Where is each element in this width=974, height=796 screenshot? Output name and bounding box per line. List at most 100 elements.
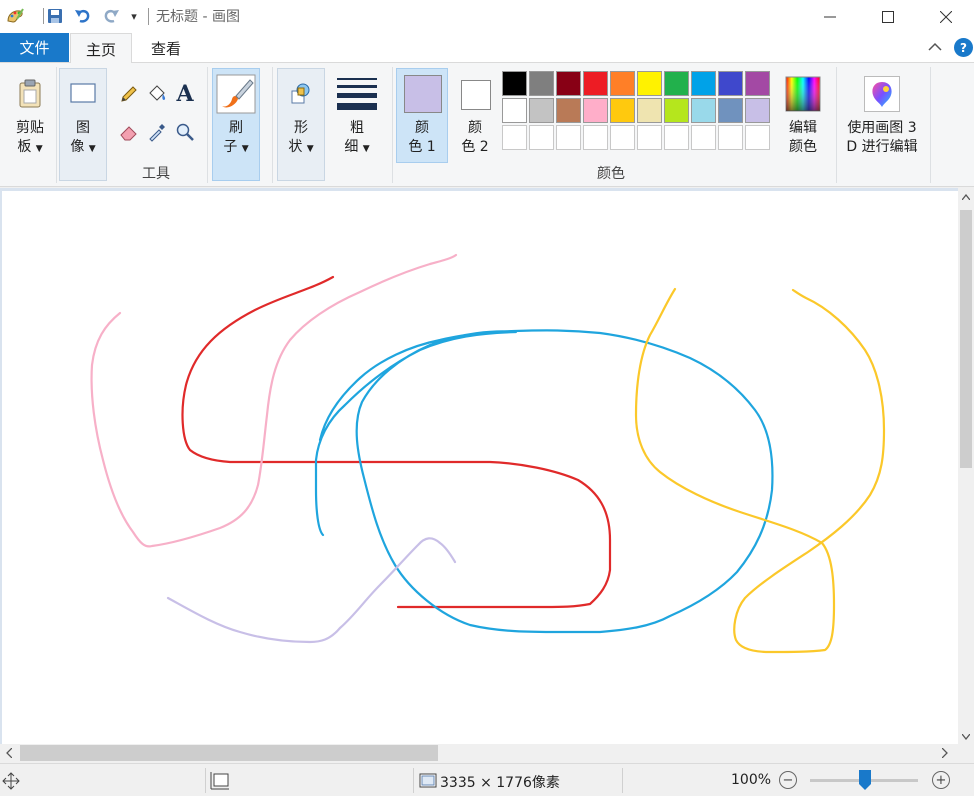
palette-swatch[interactable] xyxy=(745,71,770,96)
image-button[interactable]: 图 像 ▼ xyxy=(59,68,107,181)
palette-custom-slot[interactable] xyxy=(502,125,527,150)
dropdown-arrow-icon: ▼ xyxy=(35,144,43,154)
palette-swatch[interactable] xyxy=(610,98,635,123)
zoom-slider-thumb[interactable] xyxy=(858,769,872,791)
vertical-scroll-thumb[interactable] xyxy=(960,210,972,468)
scroll-down-icon[interactable] xyxy=(961,732,971,743)
customize-qat-icon[interactable]: ▾ xyxy=(123,5,145,27)
ribbon-tab-row: 文件 主页 查看 ? xyxy=(0,33,974,64)
color2-button[interactable]: 颜 色 2 xyxy=(449,68,501,163)
palette-swatch[interactable] xyxy=(556,98,581,123)
shapes-label-2: 状 ▼ xyxy=(288,139,314,155)
color1-swatch xyxy=(404,75,442,113)
scroll-right-icon[interactable] xyxy=(941,747,948,761)
tab-view[interactable]: 查看 xyxy=(140,33,192,63)
palette-swatch[interactable] xyxy=(610,71,635,96)
save-icon[interactable] xyxy=(44,5,66,27)
maximize-button[interactable] xyxy=(860,0,916,33)
palette-custom-slot[interactable] xyxy=(610,125,635,150)
palette-swatch[interactable] xyxy=(556,71,581,96)
edit-colors-button[interactable]: 编辑 颜色 xyxy=(778,68,828,181)
palette-swatch[interactable] xyxy=(691,71,716,96)
redo-icon[interactable] xyxy=(100,5,122,27)
close-button[interactable] xyxy=(918,0,974,33)
zoom-in-button[interactable]: + xyxy=(932,771,950,789)
eraser-icon[interactable] xyxy=(116,119,142,145)
color2-swatch xyxy=(461,80,491,110)
ribbon: 剪贴 板 ▼ 图 像 ▼ A 工具 刷 子 ▼ 形 状 ▼ 粗 细 ▼ 颜 色 … xyxy=(0,63,974,187)
scroll-up-icon[interactable] xyxy=(961,192,971,203)
pink-stroke xyxy=(90,253,458,548)
palette-swatch[interactable] xyxy=(664,71,689,96)
size-label: 粗 xyxy=(350,120,364,136)
line-width-icon xyxy=(337,74,377,114)
status-bar: 3335 × 1776像素 100% − + xyxy=(0,763,974,796)
zoom-level: 100% xyxy=(731,772,772,788)
edit-with-paint3d-button[interactable]: 使用画图 3 D 进行编辑 xyxy=(842,68,922,181)
vertical-scrollbar[interactable] xyxy=(958,188,974,744)
minimize-button[interactable] xyxy=(802,0,858,33)
palette-custom-slot[interactable] xyxy=(664,125,689,150)
horizontal-scrollbar[interactable] xyxy=(0,744,958,762)
tools-group-label: 工具 xyxy=(142,166,170,182)
color1-button[interactable]: 颜 色 1 xyxy=(396,68,448,163)
status-separator xyxy=(622,768,623,793)
scroll-left-icon[interactable] xyxy=(6,747,13,761)
palette-custom-slot[interactable] xyxy=(556,125,581,150)
blue-stroke xyxy=(314,329,774,634)
color2-label: 颜 xyxy=(468,120,482,136)
text-tool-icon[interactable]: A xyxy=(172,81,198,107)
shapes-icon xyxy=(281,74,321,114)
brushes-button[interactable]: 刷 子 ▼ xyxy=(212,68,260,181)
dropdown-arrow-icon: ▼ xyxy=(306,144,314,154)
zoom-out-button[interactable]: − xyxy=(779,771,797,789)
group-separator xyxy=(930,67,931,183)
collapse-ribbon-icon[interactable] xyxy=(928,39,942,55)
color-picker-icon[interactable] xyxy=(144,119,170,145)
help-icon[interactable]: ? xyxy=(954,38,973,57)
palette-swatch[interactable] xyxy=(691,98,716,123)
undo-icon[interactable] xyxy=(72,5,94,27)
dropdown-arrow-icon: ▼ xyxy=(362,144,370,154)
palette-custom-slot[interactable] xyxy=(637,125,662,150)
tab-file[interactable]: 文件 xyxy=(0,33,69,62)
size-button[interactable]: 粗 细 ▼ xyxy=(333,68,381,181)
shapes-button[interactable]: 形 状 ▼ xyxy=(277,68,325,181)
pencil-icon[interactable] xyxy=(116,81,142,107)
palette-swatch[interactable] xyxy=(529,98,554,123)
palette-swatch[interactable] xyxy=(529,71,554,96)
status-separator xyxy=(205,768,206,793)
group-separator xyxy=(836,67,837,183)
window-title: 无标题 - 画图 xyxy=(156,9,240,25)
palette-swatch[interactable] xyxy=(502,98,527,123)
palette-custom-slot[interactable] xyxy=(718,125,743,150)
palette-swatch[interactable] xyxy=(583,71,608,96)
selection-size-icon xyxy=(210,772,230,794)
palette-swatch[interactable] xyxy=(502,71,527,96)
palette-swatch[interactable] xyxy=(718,98,743,123)
lavender-stroke xyxy=(166,537,457,644)
title-separator xyxy=(148,8,149,25)
tab-home[interactable]: 主页 xyxy=(70,33,132,64)
status-separator xyxy=(413,768,414,793)
palette-swatch[interactable] xyxy=(718,71,743,96)
palette-swatch[interactable] xyxy=(745,98,770,123)
clipboard-button[interactable]: 剪贴 板 ▼ xyxy=(6,68,54,181)
palette-swatch[interactable] xyxy=(637,71,662,96)
palette-swatch[interactable] xyxy=(637,98,662,123)
paint-app-icon[interactable] xyxy=(4,5,26,27)
palette-custom-slot[interactable] xyxy=(583,125,608,150)
palette-custom-slot[interactable] xyxy=(745,125,770,150)
fill-bucket-icon[interactable] xyxy=(144,81,170,107)
palette-custom-slot[interactable] xyxy=(691,125,716,150)
paint-window: ▾ 无标题 - 画图 文件 主页 查看 ? 剪贴 板 ▼ 图 像 ▼ A 工具 … xyxy=(0,0,974,796)
canvas-drawing xyxy=(90,253,886,654)
brush-icon xyxy=(216,74,256,114)
magnifier-icon[interactable] xyxy=(172,119,198,145)
palette-custom-slot[interactable] xyxy=(529,125,554,150)
palette-swatch[interactable] xyxy=(664,98,689,123)
drawing-canvas[interactable] xyxy=(2,191,958,744)
palette-swatch[interactable] xyxy=(583,98,608,123)
horizontal-scroll-thumb[interactable] xyxy=(20,745,438,761)
color2-label-2: 色 2 xyxy=(461,139,489,155)
